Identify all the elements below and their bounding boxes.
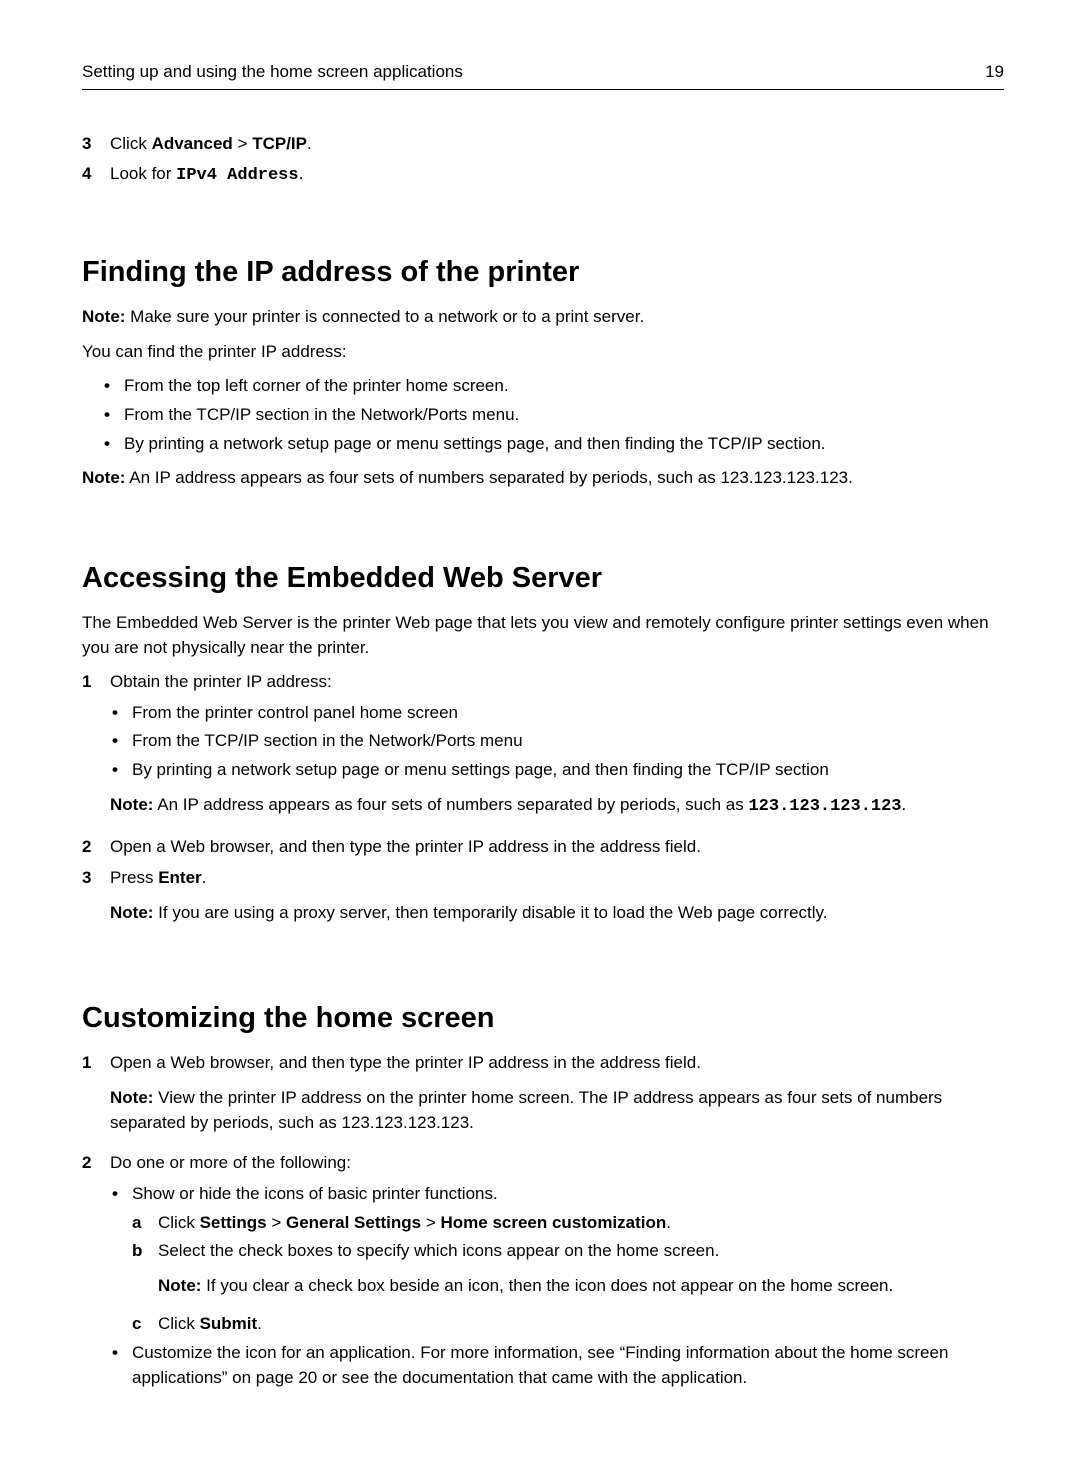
note-text: Note: An IP address appears as four sets… <box>110 793 1004 820</box>
alpha-label: c <box>132 1312 158 1337</box>
step-body: Open a Web browser, and then type the pr… <box>110 835 1004 860</box>
step-number: 4 <box>82 162 110 189</box>
note-text: Note: An IP address appears as four sets… <box>82 466 1004 491</box>
page-header: Setting up and using the home screen app… <box>82 60 1004 90</box>
heading-customizing: Customizing the home screen <box>82 997 1004 1039</box>
list-item: From the TCP/IP section in the Network/P… <box>112 729 1004 754</box>
note-text: Note: If you are using a proxy server, t… <box>110 901 1004 926</box>
alpha-body: Click Submit. <box>158 1312 1004 1337</box>
list-item: From the printer control panel home scre… <box>112 701 1004 726</box>
heading-finding-ip: Finding the IP address of the printer <box>82 251 1004 293</box>
heading-accessing-ews: Accessing the Embedded Web Server <box>82 557 1004 599</box>
list-item: From the TCP/IP section in the Network/P… <box>104 403 1004 428</box>
list-item: By printing a network setup page or menu… <box>104 432 1004 457</box>
list-item: From the top left corner of the printer … <box>104 374 1004 399</box>
header-page-number: 19 <box>985 60 1004 85</box>
step-body: Open a Web browser, and then type the pr… <box>110 1051 1004 1145</box>
step-body: Do one or more of the following: Show or… <box>110 1151 1004 1396</box>
step-number: 3 <box>82 866 110 935</box>
step-body: Look for IPv4 Address. <box>110 162 1004 189</box>
step-number: 2 <box>82 835 110 860</box>
step-body: Click Advanced > TCP/IP. <box>110 132 1004 157</box>
alpha-list: a Click Settings > General Settings > Ho… <box>132 1211 1004 1338</box>
step-body: Press Enter. Note: If you are using a pr… <box>110 866 1004 935</box>
bullet-list: Show or hide the icons of basic printer … <box>112 1182 1004 1390</box>
body-text: The Embedded Web Server is the printer W… <box>82 611 1004 660</box>
note-text: Note: View the printer IP address on the… <box>110 1086 1004 1135</box>
ews-steps: 1 Obtain the printer IP address: From th… <box>82 670 1004 935</box>
step-number: 1 <box>82 670 110 829</box>
customize-steps: 1 Open a Web browser, and then type the … <box>82 1051 1004 1396</box>
alpha-body: Select the check boxes to specify which … <box>158 1239 1004 1308</box>
alpha-label: a <box>132 1211 158 1236</box>
alpha-label: b <box>132 1239 158 1308</box>
list-item: Customize the icon for an application. F… <box>112 1341 1004 1390</box>
step-body: Obtain the printer IP address: From the … <box>110 670 1004 829</box>
step-number: 2 <box>82 1151 110 1396</box>
alpha-body: Click Settings > General Settings > Home… <box>158 1211 1004 1236</box>
list-item: By printing a network setup page or menu… <box>112 758 1004 783</box>
step-number: 1 <box>82 1051 110 1145</box>
step-number: 3 <box>82 132 110 157</box>
list-item: Show or hide the icons of basic printer … <box>112 1182 1004 1337</box>
note-text: Note: Make sure your printer is connecte… <box>82 305 1004 330</box>
body-text: You can find the printer IP address: <box>82 340 1004 365</box>
header-title: Setting up and using the home screen app… <box>82 60 463 85</box>
continuation-steps: 3 Click Advanced > TCP/IP. 4 Look for IP… <box>82 132 1004 189</box>
bullet-list: From the printer control panel home scre… <box>112 701 1004 783</box>
bullet-list: From the top left corner of the printer … <box>104 374 1004 456</box>
note-text: Note: If you clear a check box beside an… <box>158 1274 1004 1299</box>
